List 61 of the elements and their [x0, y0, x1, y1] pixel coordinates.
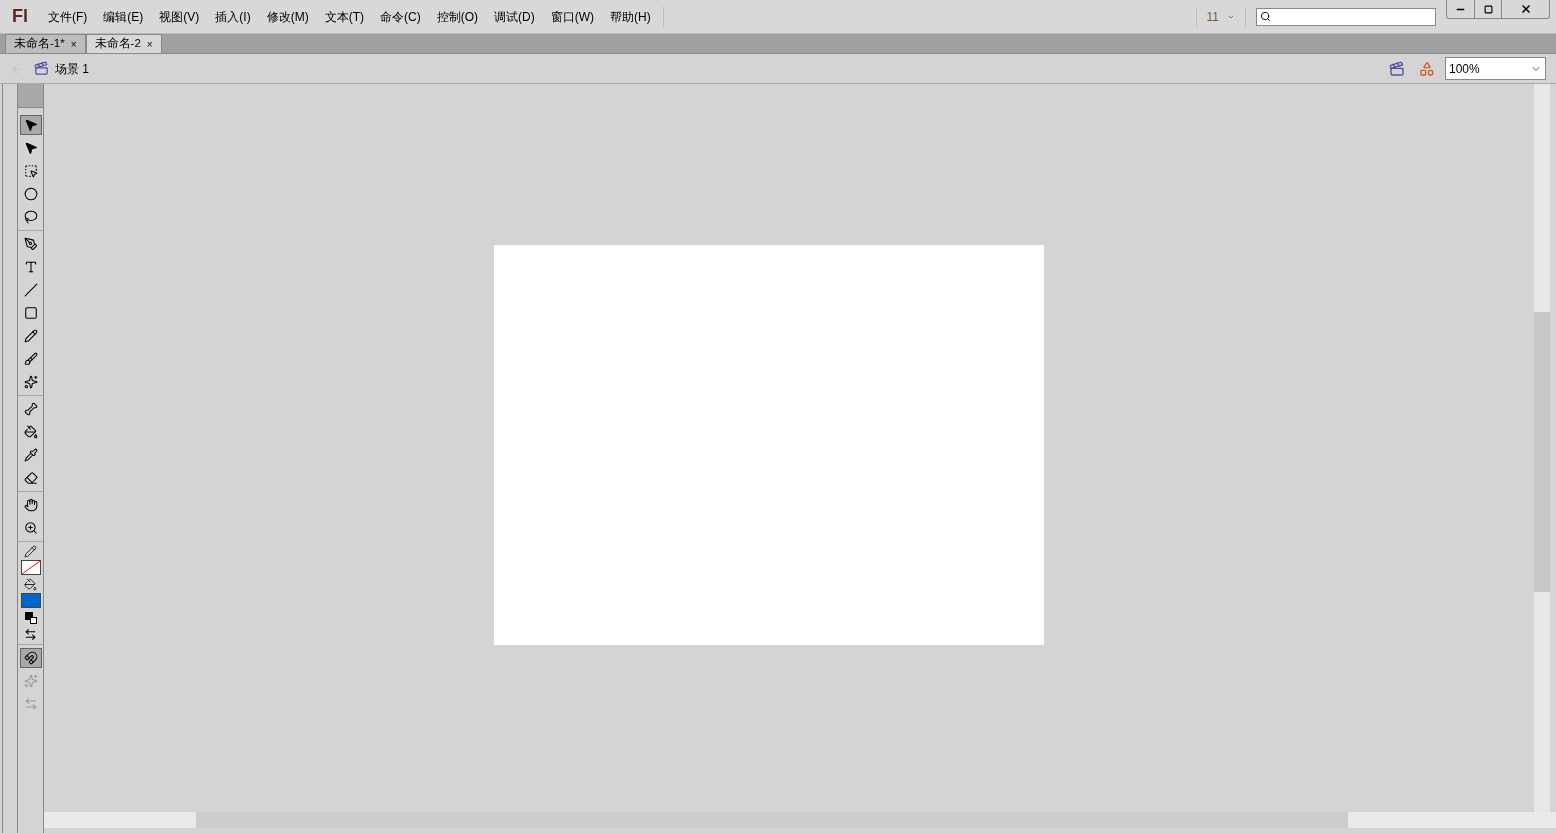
sphere-icon	[23, 187, 38, 201]
pen-icon	[23, 237, 38, 251]
eyedropper-icon	[23, 448, 38, 462]
search-icon	[1260, 11, 1271, 22]
hand-icon	[23, 498, 38, 512]
search-field[interactable]	[1256, 7, 1436, 26]
text-icon	[23, 260, 38, 274]
default-colors-icon[interactable]	[24, 612, 37, 624]
document-tab[interactable]: 未命名-1* ×	[5, 34, 86, 53]
clapperboard-icon[interactable]	[1389, 60, 1405, 77]
dashed-rect-icon	[23, 164, 38, 178]
selection-tool[interactable]	[19, 115, 42, 135]
eraser-icon	[23, 471, 38, 485]
scene-label: 场景 1	[55, 60, 89, 78]
clapperboard-icon	[34, 61, 49, 76]
bucket-icon	[24, 578, 37, 591]
zoom-icon	[23, 521, 38, 535]
pencil-icon	[24, 545, 37, 558]
menu-item[interactable]: 视图(V)	[151, 7, 208, 26]
sparkle-icon	[23, 375, 38, 389]
menu-item[interactable]: 命令(C)	[372, 7, 429, 26]
app-logo: Fl	[11, 5, 29, 28]
horizontal-scrollbar[interactable]	[44, 812, 1556, 828]
shapes-icon[interactable]	[1419, 60, 1435, 77]
close-icon	[1519, 3, 1532, 15]
magnet-icon	[23, 651, 38, 665]
magnet-tool[interactable]	[19, 648, 42, 668]
scrollbar-thumb[interactable]	[1534, 312, 1550, 592]
menu-item[interactable]: 编辑(E)	[95, 7, 152, 26]
menu-item[interactable]: 帮助(H)	[602, 7, 659, 26]
menu-item[interactable]: 插入(I)	[207, 7, 259, 26]
scrollbar-thumb[interactable]	[196, 812, 1348, 828]
pencil-icon	[23, 329, 38, 343]
swap-colors-icon[interactable]	[24, 628, 37, 641]
lasso-icon	[23, 210, 38, 224]
menu-item[interactable]: 文件(F)	[40, 7, 96, 26]
arrows-icon	[23, 697, 38, 711]
tab-label: 未命名-1*	[14, 36, 65, 52]
menu-item[interactable]: 调试(D)	[486, 7, 543, 26]
pointer-icon	[23, 141, 38, 155]
menu-item[interactable]: 修改(M)	[258, 7, 317, 26]
tab-close-button[interactable]: ×	[70, 36, 77, 52]
arrow-icon	[23, 118, 38, 132]
sparkle-icon	[23, 674, 38, 688]
tab-close-button[interactable]: ×	[146, 36, 153, 52]
tab-label: 未命名-2	[94, 36, 141, 52]
menu-item[interactable]: 控制(O)	[428, 7, 486, 26]
fill-color-swatch[interactable]	[20, 593, 41, 608]
stroke-color-swatch[interactable]	[20, 560, 41, 575]
vertical-scrollbar[interactable]	[1534, 84, 1550, 812]
workspace-dropdown[interactable]: 11	[1196, 7, 1245, 26]
document-tab[interactable]: 未命名-2 ×	[85, 34, 162, 53]
zoom-dropdown[interactable]: 100%	[1445, 57, 1546, 80]
menu-item[interactable]: 窗口(W)	[542, 7, 602, 26]
maximize-icon	[1483, 4, 1493, 14]
menu-item[interactable]: 文本(T)	[316, 7, 372, 26]
bucket-icon	[23, 425, 38, 439]
rectangle-icon	[23, 306, 38, 320]
brush-icon	[23, 352, 38, 366]
bone-icon	[23, 402, 38, 416]
line-icon	[23, 283, 38, 297]
